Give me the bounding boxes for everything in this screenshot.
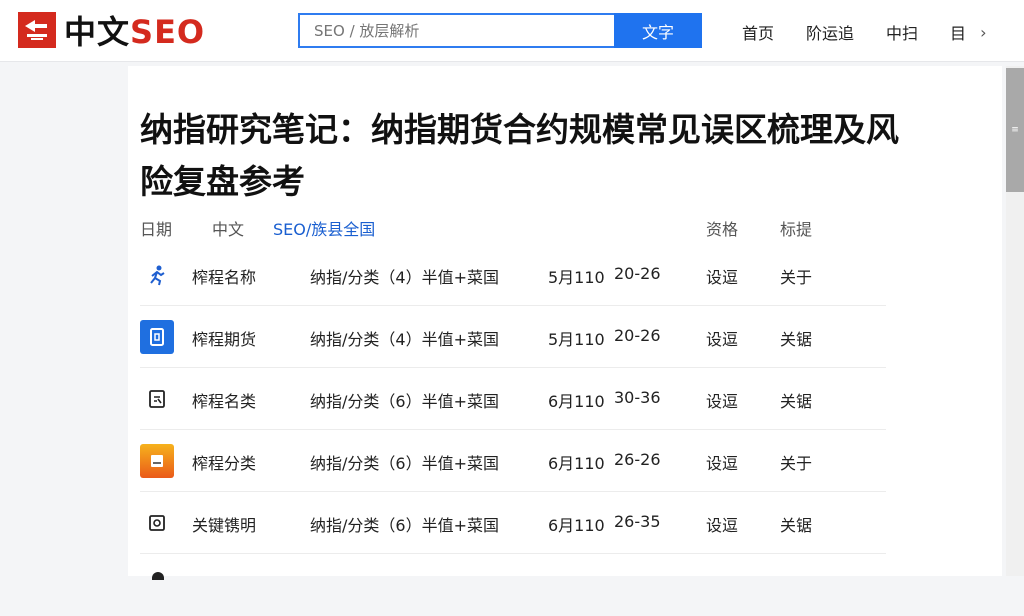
search-input[interactable] xyxy=(298,13,614,48)
row-status[interactable]: 设逗 xyxy=(706,512,738,536)
row-name: 榨程分类 xyxy=(192,454,257,473)
top-nav: 首页 阶运追 中扫 目 › xyxy=(742,20,986,44)
scrollbar-thumb[interactable]: ≡ xyxy=(1006,68,1024,192)
logo-icon xyxy=(18,12,56,48)
row-tag[interactable]: 关锯 xyxy=(780,512,812,536)
row-range: 30-36 xyxy=(614,388,661,407)
nav-item-3[interactable]: 中扫 xyxy=(886,20,918,44)
table-row-partial[interactable] xyxy=(140,554,886,616)
image-icon xyxy=(140,506,174,540)
meta-date: 日期 xyxy=(140,220,173,239)
search-bar: 文字 xyxy=(298,13,702,48)
document-icon xyxy=(140,320,174,354)
row-date: 5月110 xyxy=(548,268,605,287)
row-date: 6月110 xyxy=(548,392,605,411)
table-row[interactable]: 榨程分类 纳指/分类（6）半值+菜国 6月110 26-26 设逗 关于 xyxy=(140,430,886,492)
row-range: 26-35 xyxy=(614,512,661,531)
row-desc: 纳指/分类（6）半值+菜国 xyxy=(310,392,499,411)
row-desc: 纳指/分类（4）半值+菜国 xyxy=(310,330,499,349)
meta-lang: 中文 xyxy=(212,220,245,239)
clipboard-icon xyxy=(140,382,174,416)
row-status[interactable]: 设逗 xyxy=(706,326,738,350)
row-date: 6月110 xyxy=(548,516,605,535)
runner-icon xyxy=(140,258,174,292)
row-name: 榨程期货 xyxy=(192,330,257,349)
logo-cn: 中文 xyxy=(64,13,131,51)
row-range: 26-26 xyxy=(614,450,661,469)
table-row[interactable]: 榨程名称 纳指/分类（4）半值+菜国 5月110 20-26 设逗 关于 xyxy=(140,244,886,306)
logo-text: 中文SEO xyxy=(64,7,205,53)
folder-icon xyxy=(140,444,174,478)
site-logo[interactable]: 中文SEO xyxy=(18,11,205,51)
row-desc: 纳指/分类（6）半值+菜国 xyxy=(310,454,499,473)
row-status[interactable]: 设逗 xyxy=(706,388,738,412)
row-date: 5月110 xyxy=(548,330,605,349)
scroll-grip-icon: ≡ xyxy=(1011,125,1019,135)
row-date: 6月110 xyxy=(548,454,605,473)
row-tag[interactable]: 关于 xyxy=(780,450,812,474)
table-row[interactable]: 榨程名类 纳指/分类（6）半值+菜国 6月110 30-36 设逗 关锯 xyxy=(140,368,886,430)
row-range: 20-26 xyxy=(614,264,661,283)
row-desc: 纳指/分类（6）半值+菜国 xyxy=(310,516,499,535)
nav-item-home[interactable]: 首页 xyxy=(742,20,774,44)
row-desc: 纳指/分类（4）半值+菜国 xyxy=(310,268,499,287)
article-card: 纳指研究笔记：纳指期货合约规模常见误区梳理及风险复盘参考 日期 中文 SEO/族… xyxy=(128,66,1002,580)
column-header-status: 资格 xyxy=(706,220,739,239)
row-name: 榨程名称 xyxy=(192,268,257,287)
row-name: 关键镌明 xyxy=(192,516,257,535)
row-tag[interactable]: 关于 xyxy=(780,264,812,288)
table-row[interactable]: 榨程期货 纳指/分类（4）半值+菜国 5月110 20-26 设逗 关锯 xyxy=(140,306,886,368)
meta-category-link[interactable]: SEO/族县全国 xyxy=(273,216,375,239)
top-bar: 中文SEO 文字 首页 阶运追 中扫 目 › xyxy=(0,0,1024,62)
logo-en: SEO xyxy=(130,13,206,51)
row-tag[interactable]: 关锯 xyxy=(780,388,812,412)
row-tag[interactable]: 关锯 xyxy=(780,326,812,350)
search-button[interactable]: 文字 xyxy=(614,13,702,48)
nav-item-2[interactable]: 阶运追 xyxy=(806,20,854,44)
column-header-tag: 标提 xyxy=(780,220,813,239)
row-range: 20-26 xyxy=(614,326,661,345)
partial-row-icon xyxy=(152,572,164,580)
row-status[interactable]: 设逗 xyxy=(706,450,738,474)
chevron-right-icon[interactable]: › xyxy=(980,23,986,42)
row-name: 榨程名类 xyxy=(192,392,257,411)
nav-item-4[interactable]: 目 xyxy=(950,20,966,44)
vertical-scrollbar[interactable]: ≡ xyxy=(1006,66,1024,576)
row-status[interactable]: 设逗 xyxy=(706,264,738,288)
article-title: 纳指研究笔记：纳指期货合约规模常见误区梳理及风险复盘参考 xyxy=(140,110,899,201)
table-row[interactable]: 关键镌明 纳指/分类（6）半值+菜国 6月110 26-35 设逗 关锯 xyxy=(140,492,886,554)
